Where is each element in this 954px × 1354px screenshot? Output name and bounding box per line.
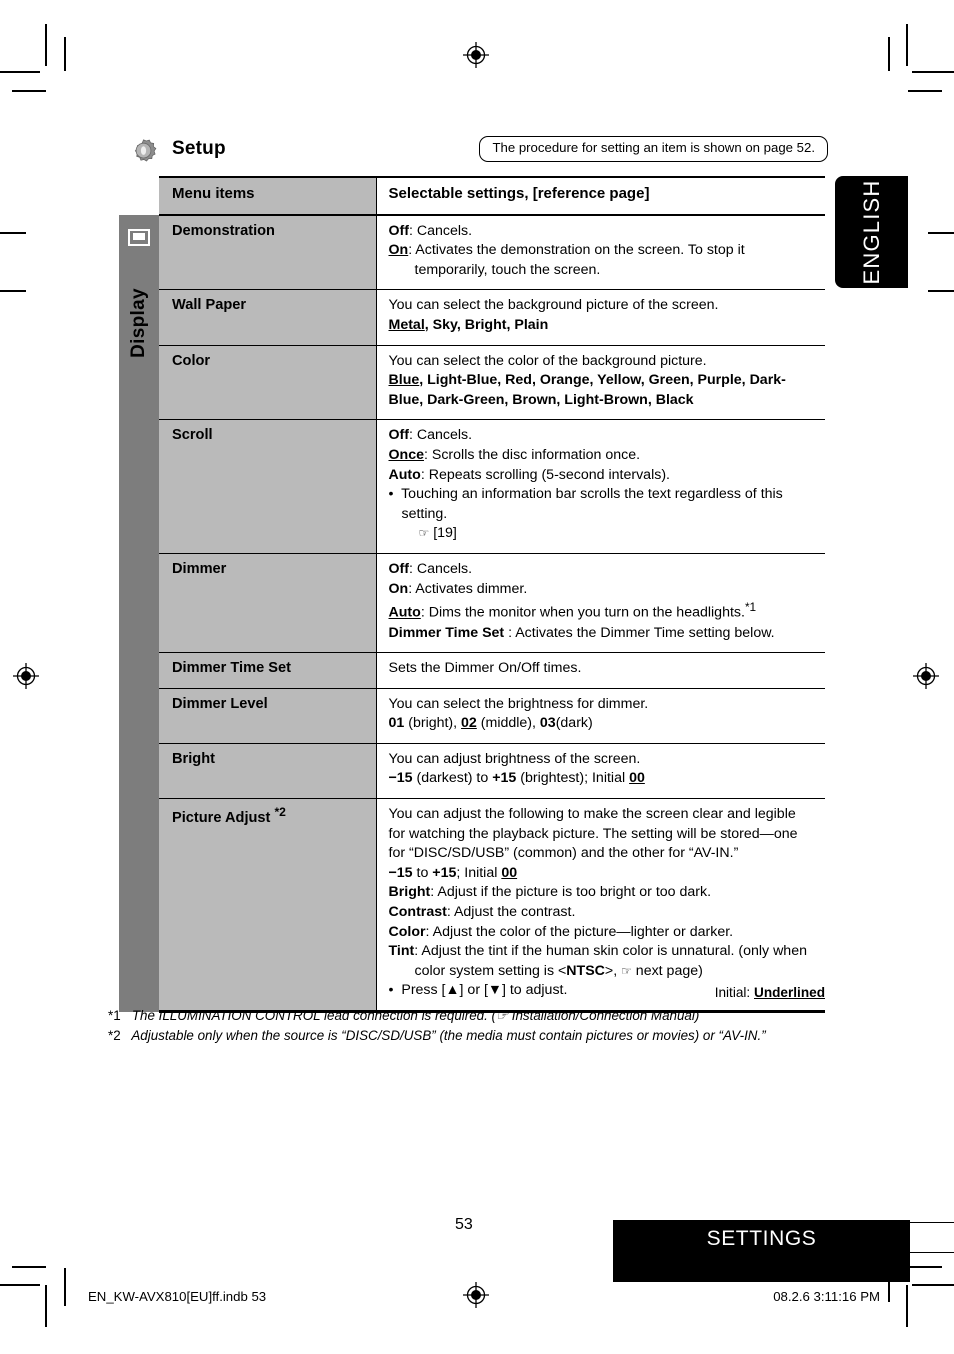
language-tab-english: ENGLISH (835, 176, 908, 288)
menu-item-name: Demonstration (159, 214, 377, 291)
table-row-dimmer: Dimmer Off: Cancels. On: Activates dimme… (119, 553, 825, 654)
menu-item-name: Bright (159, 743, 377, 800)
registration-mark-right (913, 663, 939, 689)
table-row-wall-paper: Wall Paper You can select the background… (119, 289, 825, 346)
desc-line: You can adjust brightness of the screen. (388, 750, 641, 767)
tick-left-lower (0, 290, 26, 292)
crop-mark-tr-h2 (908, 90, 942, 92)
crop-mark-tr-h (912, 71, 954, 73)
crop-mark-tl-h (0, 71, 40, 73)
registration-mark-top (463, 42, 489, 68)
menu-item-name: Dimmer Time Set (159, 652, 377, 689)
menu-item-name: Picture Adjust *2 (159, 798, 377, 1014)
tick-right-upper (928, 232, 954, 234)
crop-mark-tl-v2 (64, 37, 66, 71)
gear-icon (128, 138, 159, 169)
band-label-wrap: Display (119, 215, 159, 1012)
initial-underlined-note: Initial: Underlined (119, 985, 825, 1000)
desc-line: You can adjust the following to make the… (388, 806, 798, 862)
table-row-dimmer-time-set: Dimmer Time Set Sets the Dimmer On/Off t… (119, 652, 825, 689)
indb-filename: EN_KW-AVX810[EU]ff.indb 53 (88, 1289, 267, 1304)
column-header-selectable-settings: Selectable settings, [reference page] (376, 176, 825, 216)
table-row-dimmer-level: Dimmer Level You can select the brightne… (119, 688, 825, 744)
page-title: Setup (172, 138, 226, 159)
table-row-bright: Bright You can adjust brightness of the … (119, 743, 825, 800)
category-band-display: Display (119, 214, 159, 1012)
footer-rule-right-2 (888, 1252, 954, 1254)
crop-mark-tr-v2 (888, 37, 890, 71)
menu-item-name: Scroll (159, 419, 377, 554)
initial-value: Underlined (754, 985, 825, 1000)
menu-item-description: Off: Cancels. On: Activates the demonstr… (376, 214, 825, 291)
menu-item-description: You can select the brightness for dimmer… (376, 688, 825, 744)
menu-item-name: Dimmer (159, 553, 377, 654)
footer-rule-left (64, 1268, 66, 1306)
page-number: 53 (455, 1216, 473, 1233)
menu-item-name: Wall Paper (159, 289, 377, 346)
desc-line: You can select the brightness for dimmer… (388, 695, 649, 712)
desc-line: You can select the color of the backgrou… (388, 352, 707, 369)
menu-item-description: Sets the Dimmer On/Off times. (376, 652, 825, 689)
footnote-2-text: Adjustable only when the source is “DISC… (131, 1028, 766, 1044)
tick-left-upper (0, 232, 26, 234)
manual-page: ENGLISH Setup The procedure for setting … (0, 0, 954, 1354)
table-row-color: Color You can select the color of the ba… (119, 345, 825, 421)
crop-mark-bl-h (0, 1284, 40, 1286)
desc-line: You can select the background picture of… (388, 297, 719, 314)
section-banner-settings: SETTINGS (613, 1220, 910, 1282)
menu-item-description: You can adjust the following to make the… (376, 798, 825, 1014)
footnotes: *1 The ILLUMINATION CONTROL lead connect… (108, 1006, 838, 1046)
crop-mark-tl-v (45, 24, 47, 66)
footnote-1-mark: *1 (108, 1008, 121, 1023)
table-row-demonstration: Display Demonstration Off: Cancels. On: … (119, 214, 825, 1012)
registration-mark-left (13, 663, 39, 689)
section-header: Setup The procedure for setting an item … (128, 136, 828, 172)
table-header-row: Menu items Selectable settings, [referen… (119, 176, 825, 216)
band-spacer (119, 177, 159, 215)
crop-mark-bl-h2 (12, 1266, 46, 1268)
procedure-callout: The procedure for setting an item is sho… (479, 136, 828, 162)
crop-mark-tr-v (906, 24, 908, 66)
menu-item-name: Color (159, 345, 377, 421)
menu-item-description: You can select the color of the backgrou… (376, 345, 825, 421)
table-row-picture-adjust: Picture Adjust *2 You can adjust the fol… (119, 798, 825, 1014)
settings-table-wrap: Menu items Selectable settings, [referen… (119, 176, 825, 1014)
category-label-display: Display (128, 287, 149, 358)
column-header-menu-items: Menu items (159, 176, 377, 216)
language-tab-label: ENGLISH (858, 179, 884, 285)
menu-item-description: Off: Cancels. Once: Scrolls the disc inf… (376, 419, 825, 554)
footnote-2-mark: *2 (108, 1028, 121, 1044)
footnote-1: *1 The ILLUMINATION CONTROL lead connect… (108, 1006, 838, 1026)
crop-mark-tl-h2 (12, 90, 46, 92)
menu-item-name: Dimmer Level (159, 688, 377, 744)
registration-mark-bottom (463, 1282, 489, 1308)
footnote-1-text: The ILLUMINATION CONTROL lead connection… (131, 1008, 700, 1023)
crop-mark-br-h2 (908, 1266, 942, 1268)
crop-mark-br-h (912, 1284, 954, 1286)
initial-label: Initial: (714, 985, 754, 1000)
menu-item-description: Off: Cancels. On: Activates dimmer. Auto… (376, 553, 825, 654)
settings-table: Menu items Selectable settings, [referen… (119, 176, 825, 1014)
print-timestamp: 08.2.6 3:11:16 PM (773, 1289, 880, 1304)
crop-mark-br-v (906, 1285, 908, 1327)
menu-item-description: You can adjust brightness of the screen.… (376, 743, 825, 800)
crop-mark-bl-v (45, 1285, 47, 1327)
monitor-icon (128, 228, 150, 246)
table-row-scroll: Scroll Off: Cancels. Once: Scrolls the d… (119, 419, 825, 554)
footer-rule-right-1 (888, 1222, 954, 1224)
tick-right-lower (928, 290, 954, 292)
footnote-2: *2 Adjustable only when the source is “D… (108, 1026, 838, 1046)
menu-item-description: You can select the background picture of… (376, 289, 825, 346)
